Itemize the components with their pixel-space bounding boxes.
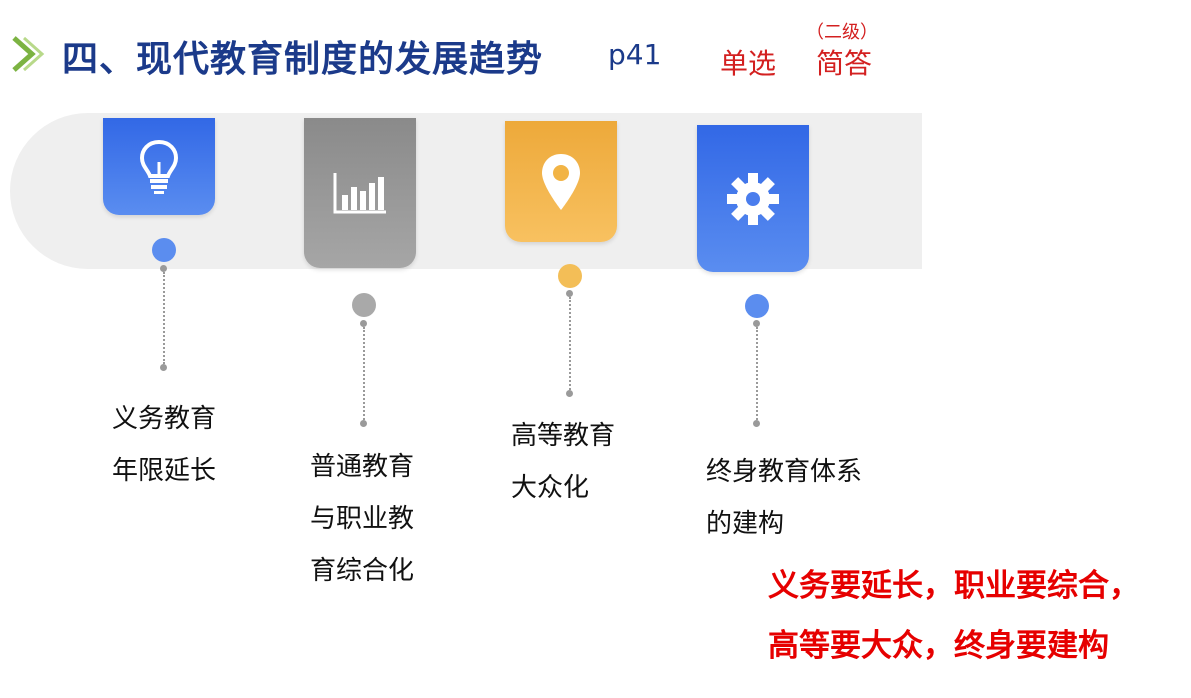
timeline-label-2: 普通教育 与职业教 育综合化 [310,452,415,586]
stem-bottom-2 [360,420,367,427]
short-answer-tag: 简答 [816,47,873,80]
stem-bottom-4 [753,420,760,427]
stem-top-1 [160,265,167,272]
page-reference: p41 [608,38,662,71]
stem-1 [163,272,165,364]
timeline-card-3 [505,121,617,242]
stem-top-2 [360,320,367,327]
location-pin-icon [542,153,580,210]
lightbulb-icon [139,139,179,194]
timeline-node-3 [558,264,582,288]
timeline-node-4 [745,294,769,318]
stem-top-3 [566,290,573,297]
timeline-card-2 [304,118,416,268]
summary-line-1: 义务要延长，职业要综合， [768,568,1140,604]
stem-bottom-1 [160,364,167,371]
timeline-label-4: 终身教育体系 的建构 [706,457,863,539]
page-title: 四、现代教育制度的发展趋势 [62,39,544,80]
timeline-label-3: 高等教育 大众化 [511,421,616,503]
level-tag: （二级） [806,22,878,43]
bar-chart-icon [333,173,386,214]
timeline-card-1 [103,118,215,215]
stem-bottom-3 [566,390,573,397]
single-choice-tag: 单选 [720,47,777,80]
chevron-right-icon [12,36,45,72]
timeline-label-1: 义务教育 年限延长 [112,404,217,486]
stem-3 [569,297,571,390]
timeline-node-1 [152,238,176,262]
timeline-card-4 [697,125,809,272]
timeline-node-2 [352,293,376,317]
summary-line-2: 高等要大众，终身要建构 [768,628,1109,664]
gear-icon [727,172,779,225]
stem-2 [363,327,365,420]
stem-4 [756,327,758,420]
stem-top-4 [753,320,760,327]
